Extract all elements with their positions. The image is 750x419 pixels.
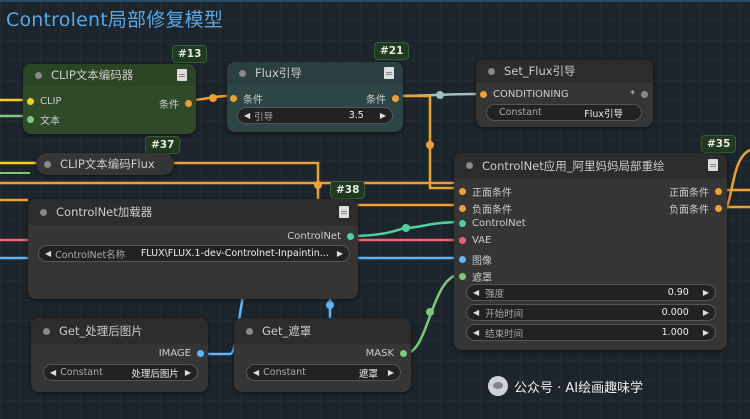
node-id-badge-21: #21 [374, 42, 410, 60]
output-conditioning[interactable]: 条件 [366, 91, 399, 106]
slot-pin-icon[interactable] [347, 233, 354, 240]
output-negative[interactable]: 负面条件 [669, 201, 722, 216]
input-text[interactable]: 文本 [27, 112, 60, 127]
slot-pin-icon[interactable] [715, 205, 722, 212]
slot-pin-icon[interactable] [27, 98, 34, 105]
node-title: ControlNet应用_阿里妈妈局部重绘 [482, 158, 665, 173]
doc-icon[interactable] [384, 67, 394, 79]
node-title: Set_Flux引导 [504, 64, 576, 78]
output-controlnet[interactable]: ControlNet [287, 231, 354, 242]
increment-arrow-icon[interactable]: ▶ [337, 249, 343, 258]
collapse-dot-icon[interactable] [239, 69, 246, 77]
controlnet-name-widget[interactable]: ◀ ControlNet名称 FLUX\FLUX.1-dev-Controlne… [38, 245, 350, 262]
increment-arrow-icon[interactable]: ▶ [380, 111, 386, 120]
collapse-dot-icon[interactable] [40, 208, 47, 216]
input-controlnet[interactable]: ControlNet [459, 218, 526, 229]
output-conditioning[interactable]: 条件 [159, 96, 192, 111]
slot-pin-icon[interactable] [230, 95, 237, 102]
node-clip-text-encode-flux[interactable]: CLIP文本编码Flux [36, 153, 174, 175]
node-id-badge-13: #13 [172, 45, 208, 63]
node-controlnet-loader[interactable]: ControlNet加载器 ControlNet ◀ ControlNet名称 … [28, 199, 358, 299]
collapse-dot-icon[interactable] [488, 67, 495, 75]
node-title: Get_遮罩 [262, 324, 312, 338]
node-id-badge-35: #35 [701, 135, 737, 153]
node-title: CLIP文本编码Flux [60, 157, 155, 171]
slot-pin-icon[interactable] [459, 273, 466, 280]
strength-widget[interactable]: ◀ 强度 0.90 ▶ [466, 284, 716, 301]
input-conditioning[interactable]: CONDITIONING [480, 89, 569, 100]
node-controlnet-apply[interactable]: ControlNet应用_阿里妈妈局部重绘 正面条件 负面条件 ControlN… [454, 153, 727, 350]
collapse-dot-icon[interactable] [43, 327, 50, 335]
collapse-dot-icon[interactable] [35, 71, 42, 79]
slot-pin-icon[interactable] [641, 91, 648, 98]
increment-arrow-icon[interactable]: ▶ [185, 368, 191, 377]
input-image[interactable]: 图像 [459, 252, 492, 267]
constant-widget[interactable]: ◀ Constant 遮罩 ▶ [246, 364, 401, 381]
guidance-widget[interactable]: ◀ 引导 3.5 ▶ [237, 107, 393, 124]
output-mask[interactable]: MASK [366, 348, 407, 359]
output-any[interactable]: * [630, 89, 648, 100]
increment-arrow-icon[interactable]: ▶ [703, 308, 709, 317]
watermark: 公众号 · AI绘画趣味学 [488, 376, 643, 396]
slot-pin-icon[interactable] [400, 350, 407, 357]
input-negative[interactable]: 负面条件 [459, 201, 512, 216]
node-flux-guidance[interactable]: Flux引导 条件 条件 ◀ 引导 3.5 ▶ [227, 62, 403, 132]
decrement-arrow-icon[interactable]: ◀ [253, 368, 259, 377]
input-vae[interactable]: VAE [459, 235, 491, 246]
slot-pin-icon[interactable] [185, 100, 192, 107]
watermark-text: 公众号 · AI绘画趣味学 [514, 380, 644, 396]
input-positive[interactable]: 正面条件 [459, 184, 512, 199]
input-clip[interactable]: CLIP [27, 96, 62, 107]
output-image[interactable]: IMAGE [159, 348, 204, 359]
node-id-badge-37: #37 [145, 136, 181, 154]
input-conditioning[interactable]: 条件 [230, 91, 263, 106]
decrement-arrow-icon[interactable]: ◀ [244, 111, 250, 120]
wechat-icon [488, 376, 508, 396]
collapse-dot-icon[interactable] [246, 327, 253, 335]
slot-pin-icon[interactable] [480, 91, 487, 98]
slot-pin-icon[interactable] [459, 205, 466, 212]
collapse-dot-icon[interactable] [44, 160, 51, 168]
slot-pin-icon[interactable] [27, 116, 34, 123]
end-percent-widget[interactable]: ◀ 结束时间 1.000 ▶ [466, 324, 716, 341]
slot-pin-icon[interactable] [459, 188, 466, 195]
group-title[interactable]: Controlent局部修复模型 [6, 5, 223, 32]
collapse-dot-icon[interactable] [466, 162, 473, 169]
constant-widget[interactable]: ◀ Constant 处理后图片 ▶ [43, 364, 198, 381]
increment-arrow-icon[interactable]: ▶ [388, 368, 394, 377]
node-title: Flux引导 [255, 66, 302, 80]
node-title: ControlNet加载器 [56, 205, 153, 219]
decrement-arrow-icon[interactable]: ◀ [473, 328, 479, 337]
slot-pin-icon[interactable] [392, 95, 399, 102]
node-get-mask[interactable]: Get_遮罩 MASK ◀ Constant 遮罩 ▶ [234, 318, 411, 392]
output-positive[interactable]: 正面条件 [669, 184, 722, 199]
decrement-arrow-icon[interactable]: ◀ [50, 368, 56, 377]
increment-arrow-icon[interactable]: ▶ [703, 288, 709, 297]
slot-pin-icon[interactable] [715, 188, 722, 195]
constant-widget[interactable]: Constant Flux引导 [486, 104, 642, 121]
increment-arrow-icon[interactable]: ▶ [703, 328, 709, 337]
decrement-arrow-icon[interactable]: ◀ [473, 288, 479, 297]
node-title: CLIP文本编码器 [51, 68, 134, 82]
node-set-flux-guidance[interactable]: Set_Flux引导 CONDITIONING * Constant Flux引… [476, 60, 653, 127]
doc-icon[interactable] [339, 206, 349, 218]
node-title: Get_处理后图片 [59, 324, 143, 338]
slot-pin-icon[interactable] [459, 220, 466, 227]
doc-icon[interactable] [708, 159, 718, 171]
decrement-arrow-icon[interactable]: ◀ [473, 308, 479, 317]
node-get-processed-image[interactable]: Get_处理后图片 IMAGE ◀ Constant 处理后图片 ▶ [31, 318, 208, 392]
slot-pin-icon[interactable] [459, 237, 466, 244]
slot-pin-icon[interactable] [197, 350, 204, 357]
decrement-arrow-icon[interactable]: ◀ [45, 249, 51, 258]
input-mask[interactable]: 遮罩 [459, 269, 492, 284]
doc-icon[interactable] [177, 69, 187, 81]
node-clip-text-encode[interactable]: CLIP文本编码器 CLIP 文本 条件 [23, 64, 196, 134]
slot-pin-icon[interactable] [459, 256, 466, 263]
start-percent-widget[interactable]: ◀ 开始时间 0.000 ▶ [466, 304, 716, 321]
node-id-badge-38: #38 [330, 181, 366, 199]
